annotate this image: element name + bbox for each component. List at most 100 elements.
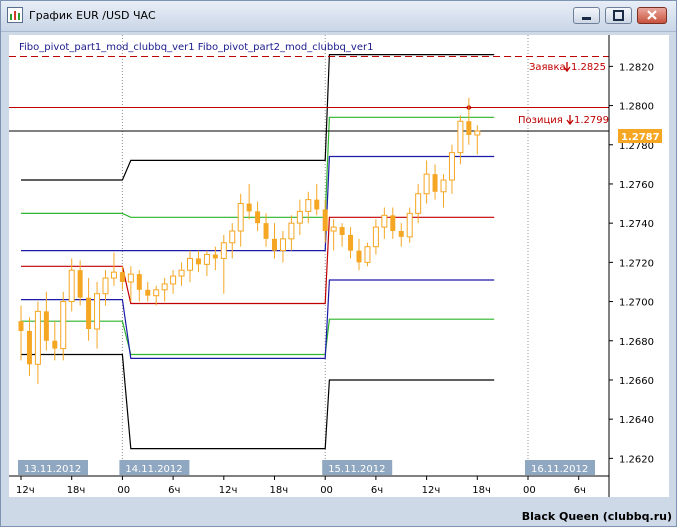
zayavka-price: 1.2825 [571,62,606,73]
candle-body [381,214,388,228]
x-tick-label: 18ч [270,485,289,496]
candle-body [136,274,142,290]
pivot-line [21,318,495,356]
copyright-text: Black Queen (clubbq.ru) [521,510,672,523]
date-label: 15.11.2012 [322,460,393,475]
y-tick-label: 1.2760 [619,180,654,191]
current-price-marker: 1.2787 [618,129,662,143]
price-chart[interactable]: 1.2820 1.2800 1.2780 1.2760 1.2740 1.2720 1.27… [9,35,669,497]
candle-body [364,246,371,263]
candle-body [203,254,210,265]
candle-body [314,199,320,210]
candle-body [423,173,430,195]
y-tick-label: 1.2680 [619,337,654,348]
date-label: 14.11.2012 [119,460,190,475]
candle-body [415,193,422,214]
candle-body [86,297,92,329]
x-tick-label: 12ч [219,485,238,496]
y-tick-label: 1.2740 [619,219,654,230]
titlebar[interactable]: График EUR /USD ЧАС [1,1,676,32]
x-tick-label: 18ч [472,485,491,496]
candle-body [356,250,362,263]
candle-body [212,254,218,259]
candle-body [77,270,83,298]
candle-body [457,120,464,154]
candle-body [52,340,58,349]
candle-body [102,277,109,295]
close-button[interactable] [637,7,667,24]
candle-body [60,301,67,350]
chart-canvas[interactable]: 1.28201.28001.27801.27601.27401.27201.27… [9,35,669,497]
candle-body [161,283,168,291]
date-label: 16.11.2012 [525,460,595,475]
candle-body [322,209,328,231]
x-tick-label: 00 [320,485,333,496]
minimize-icon [582,17,591,20]
candle-body [372,226,379,248]
x-tick-label: 6ч [574,485,586,496]
window-title: График EUR /USD ЧАС [29,9,156,22]
candle-body [237,203,244,232]
candle-body [474,130,481,136]
candle-body [263,223,269,239]
date-label-text: 15.11.2012 [328,464,385,475]
y-tick-label: 1.2800 [619,102,654,113]
zayavka-label: Заявка [529,62,566,73]
candle-body [305,199,312,212]
candle-body [68,269,75,303]
y-tick-label: 1.2640 [619,415,654,426]
x-tick-label: 00 [523,485,536,496]
chart-app-icon [7,7,23,23]
candle-body [43,311,49,341]
candle-body [229,230,236,244]
candle-body [255,211,261,224]
candle-body [26,330,32,365]
candle-body [195,258,201,265]
y-tick-label: 1.2720 [619,258,654,269]
candle-body [153,289,160,297]
candle-body [127,273,134,283]
x-tick-label: 12ч [422,485,441,496]
candle-body [94,293,101,330]
x-tick-label: 18ч [67,485,86,496]
candle-body [220,242,227,259]
candle-body [398,231,404,237]
x-tick-label: 6ч [371,485,383,496]
maximize-button[interactable] [605,7,632,24]
candle-body [440,179,447,193]
poziciya-price: 1.2799 [574,115,609,126]
candle-body [119,272,125,282]
restore-icon [613,10,624,21]
candle-body [330,226,337,232]
current-price-text: 1.2787 [621,132,660,143]
candle-body [348,234,354,251]
pivot-line [21,353,495,450]
candle-body [187,257,193,271]
y-tick-label: 1.2660 [619,376,654,387]
order-label-poziciya[interactable]: Позиция 1.2799 [518,115,609,126]
candle-body [178,269,185,277]
candle-body [448,152,455,181]
down-arrow-icon [566,115,574,126]
date-label-text: 13.11.2012 [24,464,81,475]
y-tick-label: 1.2700 [619,298,654,309]
order-label-zayavka[interactable]: Заявка 1.2825 [529,62,606,73]
candle-body [272,238,277,251]
date-label: 13.11.2012 [18,460,88,475]
y-tick-label: 1.2620 [619,454,654,465]
candle-body [246,203,252,212]
x-tick-label: 12ч [16,485,35,496]
candle-body [279,238,286,252]
poziciya-label: Позиция [518,115,563,126]
y-tick-label: 1.2820 [619,62,654,73]
close-icon [647,10,657,20]
candle-body [339,227,345,235]
candle-body [18,321,24,331]
indicators-label: Fibo_pivot_part1_mod_clubbq_ver1 Fibo_pi… [19,42,373,53]
minimize-button[interactable] [573,7,600,24]
candle-body [390,215,396,231]
date-label-text: 14.11.2012 [125,464,182,475]
candle-body [34,310,41,365]
candle-body [296,210,303,224]
candle-body [170,275,177,285]
